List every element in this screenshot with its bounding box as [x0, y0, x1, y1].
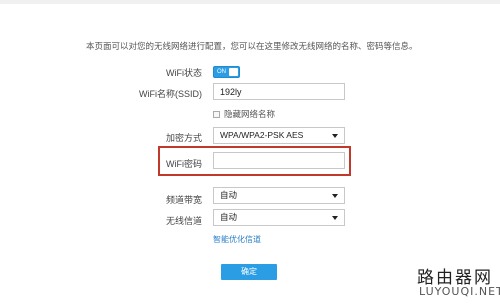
smart-optimize-link[interactable]: 智能优化信道 — [213, 234, 261, 245]
bandwidth-select[interactable]: 自动 — [213, 187, 345, 204]
password-label: WiFi密码 — [166, 159, 202, 169]
chevron-down-icon — [332, 194, 338, 198]
password-input[interactable] — [213, 152, 345, 169]
hide-network-label: 隐藏网络名称 — [224, 109, 276, 119]
chevron-down-icon — [332, 134, 338, 138]
toggle-knob — [229, 68, 238, 76]
hide-network-row[interactable]: 隐藏网络名称 — [213, 108, 275, 120]
ssid-input[interactable]: 192ly — [213, 83, 345, 100]
page-description: 本页面可以对您的无线网络进行配置，您可以在这里修改无线网络的名称、密码等信息。 — [86, 41, 418, 51]
bandwidth-value: 自动 — [220, 190, 238, 200]
ssid-label: WiFi名称(SSID) — [139, 89, 202, 99]
hide-network-checkbox[interactable] — [213, 110, 220, 118]
watermark-en: LUYOUQI.NET — [419, 285, 500, 298]
channel-select[interactable]: 自动 — [213, 209, 345, 226]
encryption-label: 加密方式 — [165, 133, 202, 143]
wifi-status-label: WiFi状态 — [166, 68, 202, 78]
encryption-select[interactable]: WPA/WPA2-PSK AES — [213, 127, 345, 144]
encryption-value: WPA/WPA2-PSK AES — [220, 130, 304, 140]
channel-label: 无线信道 — [165, 216, 202, 226]
channel-value: 自动 — [220, 212, 238, 222]
chevron-down-icon — [332, 216, 338, 220]
bandwidth-label: 频道带宽 — [165, 195, 202, 205]
confirm-button[interactable]: 确定 — [221, 264, 277, 280]
top-divider — [0, 0, 500, 4]
wifi-status-toggle[interactable]: ON — [213, 66, 240, 78]
toggle-on-text: ON — [217, 69, 226, 75]
wifi-settings-panel: 本页面可以对您的无线网络进行配置，您可以在这里修改无线网络的名称、密码等信息。 … — [0, 0, 500, 306]
